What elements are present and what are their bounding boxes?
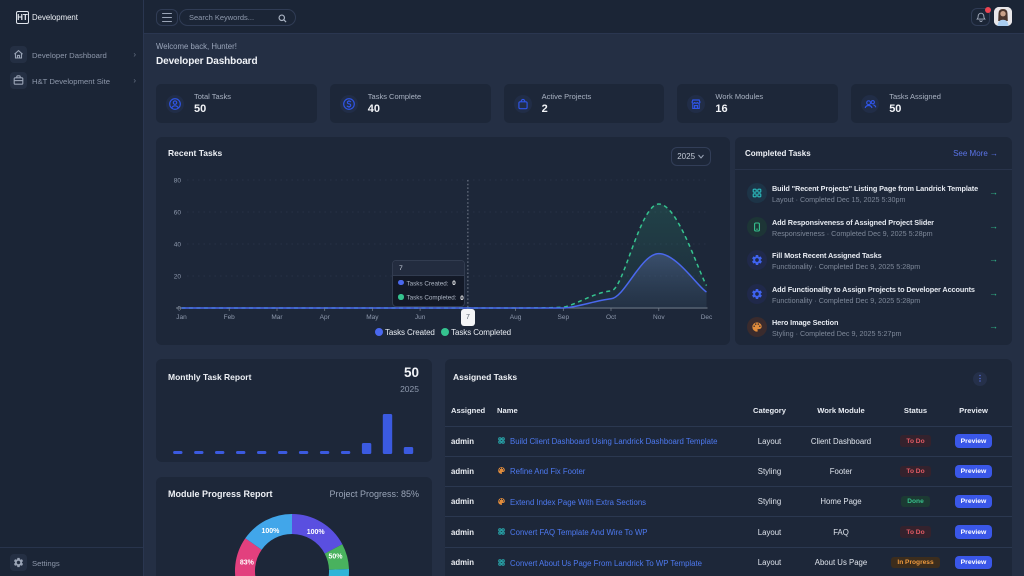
svg-text:40: 40 bbox=[174, 242, 182, 249]
svg-text:100%: 100% bbox=[307, 529, 326, 536]
svg-text:Nov: Nov bbox=[653, 314, 665, 321]
svg-text:Apr: Apr bbox=[320, 314, 331, 321]
svg-text:Sep: Sep bbox=[558, 314, 570, 321]
svg-text:60: 60 bbox=[174, 210, 182, 217]
svg-text:Mar: Mar bbox=[271, 314, 283, 321]
svg-text:83%: 83% bbox=[240, 560, 255, 567]
svg-text:50%: 50% bbox=[328, 554, 343, 561]
svg-text:May: May bbox=[366, 314, 379, 321]
svg-text:Jun: Jun bbox=[415, 314, 426, 321]
svg-text:20: 20 bbox=[174, 274, 182, 281]
svg-text:80: 80 bbox=[174, 178, 182, 185]
svg-text:100%: 100% bbox=[261, 528, 280, 535]
svg-text:Aug: Aug bbox=[510, 314, 522, 321]
svg-text:Oct: Oct bbox=[606, 314, 616, 321]
svg-text:0: 0 bbox=[177, 306, 181, 313]
svg-text:Dec: Dec bbox=[701, 314, 713, 321]
svg-text:Jan: Jan bbox=[176, 314, 187, 321]
svg-text:Feb: Feb bbox=[224, 314, 236, 321]
